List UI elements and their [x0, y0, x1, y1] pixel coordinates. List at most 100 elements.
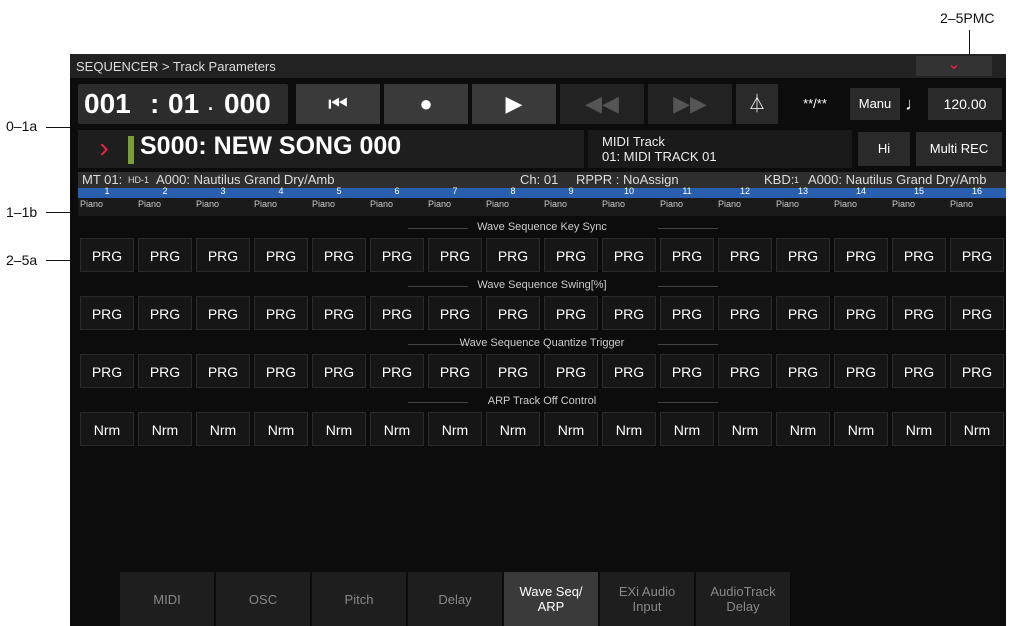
- record-button[interactable]: ●: [384, 84, 468, 124]
- song-select[interactable]: › S000: NEW SONG 000: [78, 130, 584, 168]
- tab-wave-seq-arp[interactable]: Wave Seq/ARP: [504, 572, 598, 626]
- parameter-cell[interactable]: PRG: [486, 354, 540, 388]
- parameter-cell[interactable]: Nrm: [892, 412, 946, 446]
- parameter-cell[interactable]: PRG: [660, 296, 714, 330]
- parameter-cell[interactable]: PRG: [254, 238, 308, 272]
- metronome-button[interactable]: ⏃: [736, 84, 778, 124]
- reset-button[interactable]: ⏮: [296, 84, 380, 124]
- parameter-cell[interactable]: Nrm: [312, 412, 366, 446]
- track-name: Piano: [80, 199, 104, 209]
- parameter-cell[interactable]: PRG: [660, 238, 714, 272]
- parameter-cell[interactable]: PRG: [544, 296, 598, 330]
- hd-badge: HD-1: [128, 175, 150, 185]
- parameter-cell[interactable]: PRG: [80, 296, 134, 330]
- parameter-cell[interactable]: Nrm: [138, 412, 192, 446]
- parameter-cell[interactable]: PRG: [602, 296, 656, 330]
- parameter-cell[interactable]: Nrm: [544, 412, 598, 446]
- parameter-cell[interactable]: PRG: [950, 296, 1004, 330]
- play-button[interactable]: ▶: [472, 84, 556, 124]
- multi-rec-button[interactable]: Multi REC: [916, 132, 1002, 166]
- parameter-cell[interactable]: PRG: [428, 296, 482, 330]
- parameter-cell[interactable]: PRG: [602, 354, 656, 388]
- tab-label-line2: ARP: [537, 599, 565, 614]
- parameter-cell[interactable]: Nrm: [950, 412, 1004, 446]
- parameter-cell[interactable]: PRG: [312, 238, 366, 272]
- parameter-cell[interactable]: PRG: [834, 238, 888, 272]
- parameter-cell[interactable]: PRG: [892, 296, 946, 330]
- parameter-cell[interactable]: PRG: [776, 296, 830, 330]
- parameter-cell[interactable]: PRG: [196, 296, 250, 330]
- midi-track-select[interactable]: MIDI Track 01: MIDI TRACK 01: [588, 130, 852, 168]
- tab-exi-audio-input[interactable]: EXi Audio Input: [600, 572, 694, 626]
- parameter-cell[interactable]: PRG: [776, 238, 830, 272]
- parameter-cell[interactable]: PRG: [80, 238, 134, 272]
- parameter-cell[interactable]: Nrm: [776, 412, 830, 446]
- parameter-cell[interactable]: Nrm: [80, 412, 134, 446]
- hi-button[interactable]: Hi: [858, 132, 910, 166]
- tempo-mode[interactable]: Manu: [850, 88, 900, 120]
- parameter-cell[interactable]: PRG: [834, 354, 888, 388]
- parameter-cell[interactable]: PRG: [370, 238, 424, 272]
- tab-midi[interactable]: MIDI: [120, 572, 214, 626]
- parameter-cell[interactable]: PRG: [834, 296, 888, 330]
- parameter-cell[interactable]: Nrm: [486, 412, 540, 446]
- song-name: S000: NEW SONG 000: [140, 132, 402, 160]
- parameter-cell[interactable]: PRG: [660, 354, 714, 388]
- parameter-cell[interactable]: PRG: [486, 296, 540, 330]
- track-number: 6: [394, 186, 400, 196]
- parameter-cell[interactable]: Nrm: [428, 412, 482, 446]
- parameter-cell[interactable]: PRG: [138, 354, 192, 388]
- parameter-cell[interactable]: Nrm: [196, 412, 250, 446]
- parameter-cell[interactable]: Nrm: [254, 412, 308, 446]
- parameter-cell[interactable]: Nrm: [602, 412, 656, 446]
- tab-osc[interactable]: OSC: [216, 572, 310, 626]
- chevron-right-icon[interactable]: ›: [84, 130, 124, 168]
- parameter-cell[interactable]: PRG: [718, 354, 772, 388]
- parameter-cell[interactable]: PRG: [718, 238, 772, 272]
- parameter-cell[interactable]: PRG: [196, 354, 250, 388]
- parameter-cell[interactable]: PRG: [544, 238, 598, 272]
- parameter-cell[interactable]: PRG: [602, 238, 656, 272]
- parameter-cell[interactable]: PRG: [718, 296, 772, 330]
- chevron-down-icon[interactable]: ⌄: [916, 56, 992, 76]
- track-name: Piano: [138, 199, 162, 209]
- fast-forward-button[interactable]: ▶▶: [648, 84, 732, 124]
- location-display[interactable]: 001 : 01 . 000: [78, 84, 288, 124]
- tab-label-line2: Input: [632, 599, 662, 614]
- parameter-cell[interactable]: Nrm: [834, 412, 888, 446]
- parameter-cell[interactable]: PRG: [950, 354, 1004, 388]
- parameter-cell[interactable]: PRG: [138, 238, 192, 272]
- parameter-cell[interactable]: PRG: [892, 238, 946, 272]
- callout-0-1a: 0–1a: [6, 118, 38, 134]
- parameter-cell[interactable]: PRG: [312, 296, 366, 330]
- parameter-cell[interactable]: PRG: [370, 296, 424, 330]
- parameter-cell[interactable]: PRG: [254, 296, 308, 330]
- parameter-cell[interactable]: PRG: [428, 354, 482, 388]
- parameter-cell[interactable]: PRG: [138, 296, 192, 330]
- parameter-cell[interactable]: PRG: [370, 354, 424, 388]
- parameter-cell[interactable]: PRG: [544, 354, 598, 388]
- parameter-cell[interactable]: PRG: [312, 354, 366, 388]
- tab-audiotrack-delay[interactable]: AudioTrack Delay: [696, 572, 790, 626]
- rewind-button[interactable]: ◀◀: [560, 84, 644, 124]
- parameter-cell[interactable]: PRG: [254, 354, 308, 388]
- parameter-cell[interactable]: PRG: [428, 238, 482, 272]
- parameter-cell[interactable]: Nrm: [718, 412, 772, 446]
- sequencer-screen: SEQUENCER > Track Parameters ⌄ 001 : 01 …: [70, 54, 1006, 626]
- parameter-cell[interactable]: PRG: [776, 354, 830, 388]
- song-color-bar: [128, 136, 134, 164]
- tempo-value[interactable]: 120.00: [928, 88, 1002, 120]
- parameter-cell[interactable]: PRG: [80, 354, 134, 388]
- parameter-cell[interactable]: Nrm: [660, 412, 714, 446]
- tab-pitch[interactable]: Pitch: [312, 572, 406, 626]
- callout-2-5a: 2–5a: [6, 252, 38, 268]
- page-title: SEQUENCER > Track Parameters: [76, 59, 276, 74]
- parameter-cell[interactable]: Nrm: [370, 412, 424, 446]
- meter-value[interactable]: **/**: [786, 96, 844, 111]
- track-name: Piano: [602, 199, 626, 209]
- parameter-cell[interactable]: PRG: [486, 238, 540, 272]
- tab-delay[interactable]: Delay: [408, 572, 502, 626]
- parameter-cell[interactable]: PRG: [892, 354, 946, 388]
- parameter-cell[interactable]: PRG: [196, 238, 250, 272]
- parameter-cell[interactable]: PRG: [950, 238, 1004, 272]
